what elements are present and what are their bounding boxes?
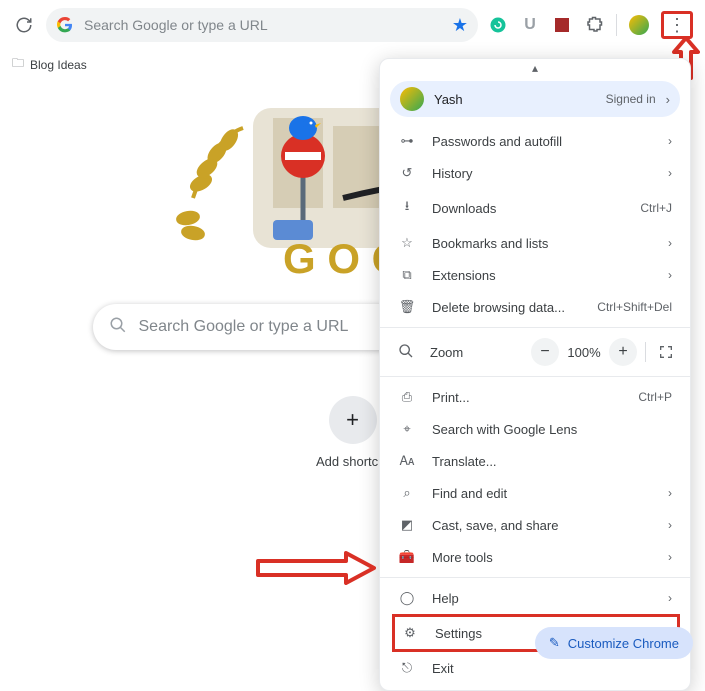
zoom-icon [398,343,414,362]
chevron-right-icon: › [668,550,672,564]
menu-item-label: Print... [432,390,622,405]
bookmark-icon: ☆ [398,235,416,251]
search-icon [109,316,127,339]
menu-item[interactable]: ⧉ Extensions › [380,259,690,291]
chevron-right-icon: › [668,236,672,250]
customize-label: Customize Chrome [568,636,679,651]
profile-row[interactable]: Yash Signed in › [390,81,680,117]
help-icon: ◯ [398,590,416,606]
key-icon: ⊶ [398,133,416,149]
chevron-right-icon: › [668,268,672,282]
zoom-label: Zoom [430,345,463,360]
tools-icon: 🧰 [398,549,416,565]
chevron-right-icon: › [668,591,672,605]
omnibox[interactable]: Search Google or type a URL ★ [46,8,478,42]
extension-icons: U ⋮ [488,11,693,39]
menu-item[interactable]: 🗛 Translate... [380,445,690,477]
zoom-separator [645,342,646,362]
menu-item-shortcut: Ctrl+P [638,390,672,404]
chevron-right-icon: › [668,166,672,180]
profile-name: Yash [434,92,596,107]
annotation-highlight-kebab: ⋮ [661,11,693,39]
zoom-value: 100% [563,345,605,360]
zoom-row: Zoom − 100% + [380,332,690,372]
menu-item[interactable]: ◩ Cast, save, and share › [380,509,690,541]
history-icon: ↺ [398,165,416,181]
plus-icon: + [329,396,377,444]
find-icon: ⌕ [398,485,416,501]
menu-item-label: History [432,166,652,181]
gear-icon: ⚙ [401,625,419,641]
profile-avatar[interactable] [629,15,649,35]
trash-icon: 🗑 [398,299,416,315]
chrome-menu: ▴ Yash Signed in › ⊶ Passwords and autofi… [379,58,691,691]
chevron-right-icon: › [668,486,672,500]
lens-icon: ⌖ [398,421,416,437]
bookmark-folder[interactable]: Blog Ideas [30,58,87,72]
menu-avatar [400,87,424,111]
pencil-icon: ✎ [549,635,560,651]
download-icon: ⭳ [398,197,416,219]
zoom-in-button[interactable]: + [609,338,637,366]
fullscreen-button[interactable] [654,340,678,364]
menu-separator [380,327,690,328]
zoom-out-button[interactable]: − [531,338,559,366]
reload-button[interactable] [12,13,36,37]
menu-item[interactable]: ⌕ Find and edit › [380,477,690,509]
profile-status: Signed in [606,92,656,106]
menu-item-shortcut: Ctrl+J [640,201,672,215]
menu-item-label: Translate... [432,454,656,469]
chevron-right-icon: › [666,92,670,107]
browser-toolbar: Search Google or type a URL ★ U ⋮ [0,0,705,50]
google-g-icon [56,16,74,34]
translate-icon: 🗛 [398,453,416,469]
kebab-menu-button[interactable]: ⋮ [668,16,686,34]
menu-item-label: Passwords and autofill [432,134,652,149]
menu-item[interactable]: 🧰 More tools › [380,541,690,573]
menu-item-label: Delete browsing data... [432,300,581,315]
omnibox-placeholder: Search Google or type a URL [84,17,442,33]
menu-item[interactable]: ☆ Bookmarks and lists › [380,227,690,259]
menu-caret-icon: ▴ [380,59,690,77]
ext-u-icon[interactable]: U [520,15,540,35]
chevron-right-icon: › [668,134,672,148]
menu-item[interactable]: ◯ Help › [380,582,690,614]
menu-item-label: Extensions [432,268,652,283]
menu-item-label: Bookmarks and lists [432,236,652,251]
menu-item[interactable]: ⎙ Print... Ctrl+P [380,381,690,413]
menu-item[interactable]: ⌖ Search with Google Lens [380,413,690,445]
menu-item-label: Downloads [432,201,624,216]
chevron-right-icon: › [668,518,672,532]
customize-chrome-button[interactable]: ✎ Customize Chrome [535,627,693,659]
extensions-puzzle-icon[interactable] [584,15,604,35]
search-placeholder: Search Google or type a URL [139,318,349,336]
grammarly-icon[interactable] [488,15,508,35]
menu-item[interactable]: 🗑 Delete browsing data... Ctrl+Shift+Del [380,291,690,323]
menu-separator [380,577,690,578]
menu-item-label: Find and edit [432,486,652,501]
menu-item-label: Help [432,591,652,606]
menu-item[interactable]: ⭳ Downloads Ctrl+J [380,189,690,227]
extension-icon: ⧉ [398,267,416,283]
ext-square-icon[interactable] [552,15,572,35]
cast-icon: ◩ [398,517,416,533]
menu-item[interactable]: ⊶ Passwords and autofill › [380,125,690,157]
annotation-arrow-right [256,551,376,585]
print-icon: ⎙ [398,389,416,405]
menu-item-shortcut: Ctrl+Shift+Del [597,300,672,314]
menu-item-label: Cast, save, and share [432,518,652,533]
menu-item-label: More tools [432,550,652,565]
bookmark-star-icon[interactable]: ★ [452,15,468,36]
exit-icon: ⎋ [398,660,416,676]
toolbar-separator [616,14,617,36]
menu-item[interactable]: ↺ History › [380,157,690,189]
menu-item-label: Search with Google Lens [432,422,656,437]
menu-item-label: Exit [432,661,672,676]
menu-separator [380,376,690,377]
